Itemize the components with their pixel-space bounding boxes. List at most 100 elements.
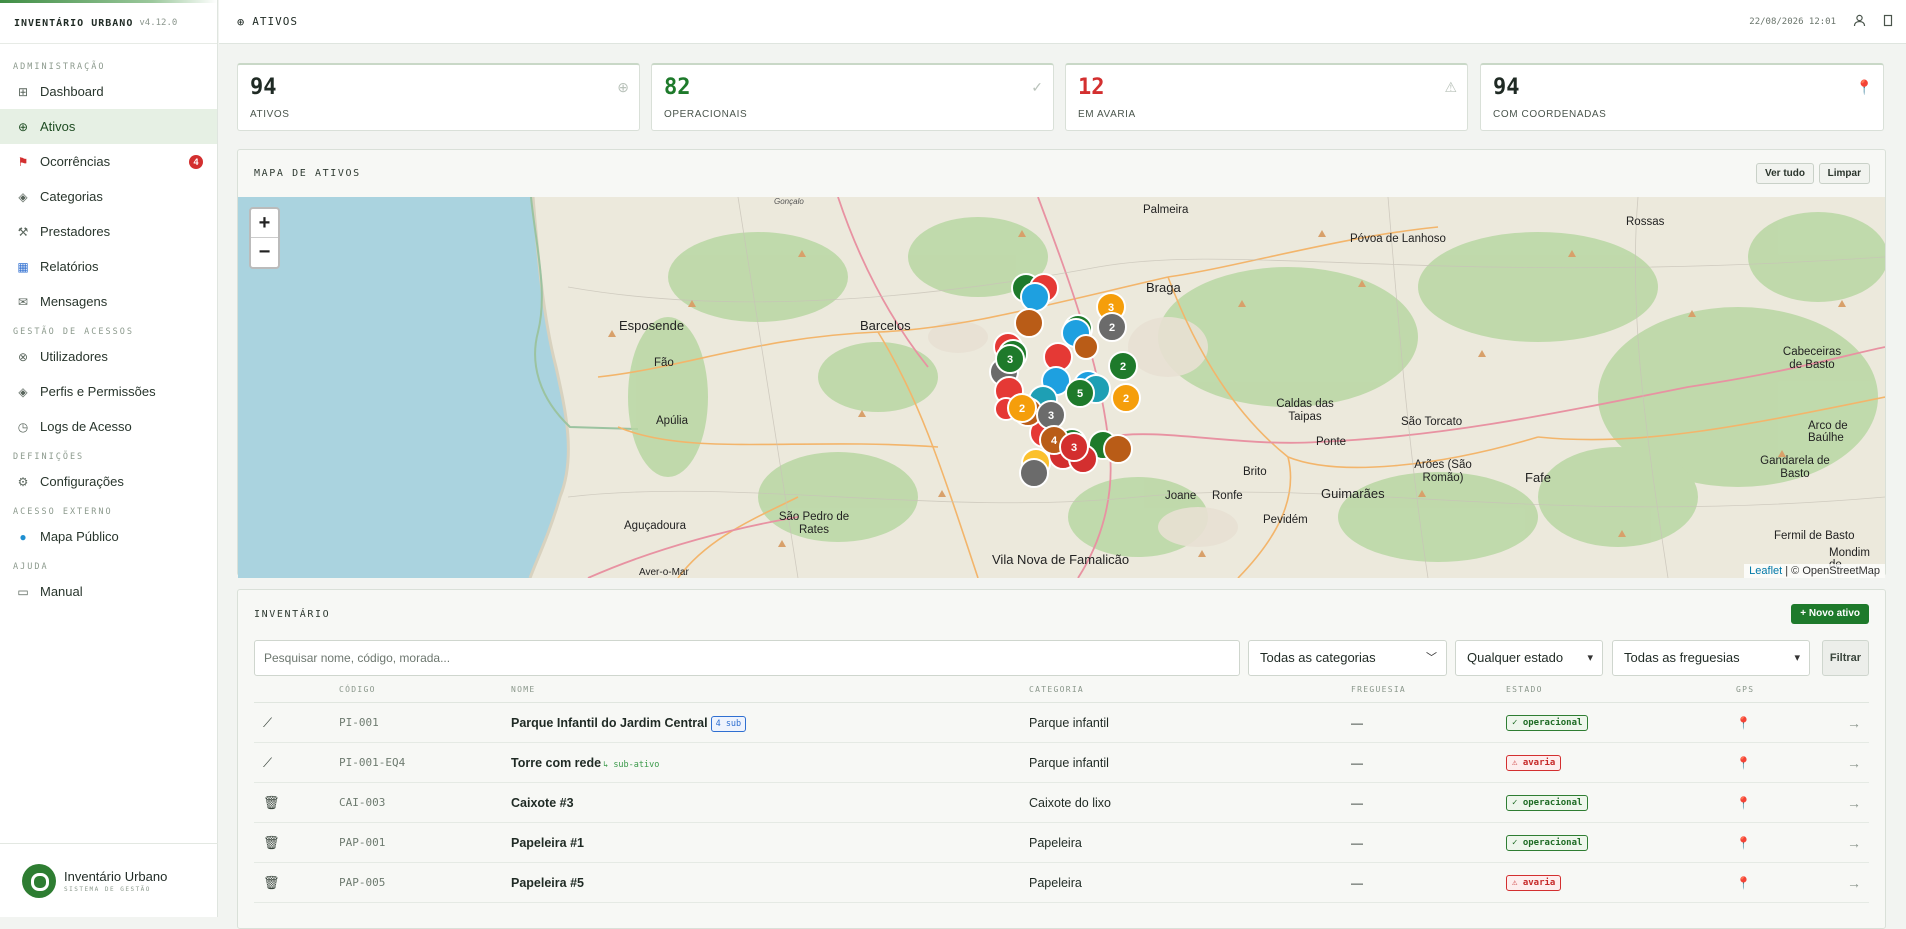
gps-pin-icon: 📍 — [1736, 716, 1751, 730]
cluster-count: 4 — [1051, 435, 1058, 447]
sidebar-item-mensagens[interactable]: ✉ Mensagens — [0, 284, 217, 319]
open-arrow-icon[interactable]: → — [1847, 703, 1861, 743]
asset-code: PI-001-EQ4 — [339, 756, 406, 769]
table-row[interactable]: ⟋ PI-001 Parque Infantil do Jardim Centr… — [254, 703, 1869, 743]
search-input[interactable]: Pesquisar nome, código, morada... — [254, 640, 1240, 676]
asset-name[interactable]: Papeleira #5 — [511, 863, 584, 903]
zoom-out-button[interactable]: − — [251, 238, 278, 267]
app-version: v4.12.0 — [139, 18, 178, 28]
sidebar-item-relatorios[interactable]: ▦ Relatórios — [0, 249, 217, 284]
leaflet-link[interactable]: Leaflet — [1749, 565, 1782, 577]
sub-asset-label: ↳ sub-ativo — [603, 760, 660, 770]
globe-icon: ⊕ — [617, 79, 629, 95]
table-row[interactable]: 🗑 PAP-001 Papeleira #1 Papeleira — ✓ ope… — [254, 823, 1869, 863]
asset-category: Parque infantil — [1029, 716, 1109, 730]
trash-icon: 🗑 — [263, 875, 280, 890]
clear-button[interactable]: Limpar — [1818, 163, 1870, 184]
app-logo — [22, 863, 56, 898]
cluster-count: 2 — [1019, 403, 1025, 415]
cluster-count: 2 — [1120, 361, 1126, 373]
sidebar-item-mapa-publico[interactable]: ● Mapa Público — [0, 519, 217, 554]
sidebar-item-logs[interactable]: ◷ Logs de Acesso — [0, 409, 217, 444]
table-row[interactable]: ⟋ PI-001-EQ4 Torre com rede ↳ sub-ativo P… — [254, 743, 1869, 783]
logout-icon[interactable] — [1883, 14, 1894, 30]
diamond-icon: ◈ — [18, 189, 28, 204]
open-arrow-icon[interactable]: → — [1847, 743, 1861, 783]
map-marker[interactable] — [1103, 434, 1133, 464]
inventory-panel: INVENTÁRIO + Novo ativo Pesquisar nome, … — [237, 589, 1886, 929]
asset-category: Papeleira — [1029, 836, 1082, 850]
gear-icon: ⚙ — [17, 474, 29, 489]
brand[interactable]: INVENTÁRIO URBANO v4.12.0 — [0, 3, 217, 44]
table-row[interactable]: 🗑 CAI-003 Caixote #3 Caixote do lixo — ✓… — [254, 783, 1869, 823]
map-marker[interactable] — [1073, 334, 1099, 360]
status-chip: ✓ operacional — [1506, 834, 1589, 851]
sidebar-item-label: Mapa Público — [40, 529, 119, 544]
asset-code: CAI-003 — [339, 796, 386, 809]
grid-icon: ⊞ — [17, 84, 29, 99]
map-marker[interactable] — [1014, 308, 1044, 338]
map-canvas[interactable]: Gonçalo Palmeira Póvoa de Lanhoso Rossas… — [238, 197, 1885, 578]
open-arrow-icon[interactable]: → — [1847, 783, 1861, 823]
gps-pin-icon: 📍 — [1736, 836, 1751, 850]
mail-icon: ✉ — [17, 294, 29, 309]
cluster-count: 3 — [1048, 410, 1054, 422]
asset-parish: — — [1351, 716, 1363, 730]
column-header-gps[interactable]: GPS — [1736, 685, 1754, 694]
map-marker[interactable] — [1019, 458, 1049, 488]
stat-value: 82 — [664, 75, 691, 100]
asset-name-text: Torre com rede — [511, 756, 602, 770]
diamond-icon: ◈ — [18, 384, 28, 399]
filter-button[interactable]: Filtrar — [1822, 640, 1869, 676]
sidebar-item-ativos[interactable]: ⊕ Ativos — [0, 109, 217, 144]
osm-attribution: | © OpenStreetMap — [1785, 565, 1880, 577]
column-header-freguesia[interactable]: FREGUESIA — [1351, 685, 1406, 694]
sidebar-item-categorias[interactable]: ◈ Categorias — [0, 179, 217, 214]
asset-name[interactable]: Torre com rede ↳ sub-ativo — [511, 743, 659, 783]
sidebar-item-utilizadores[interactable]: ⊗ Utilizadores — [0, 339, 217, 374]
sidebar-item-dashboard[interactable]: ⊞ Dashboard — [0, 74, 217, 109]
category-select[interactable]: Todas as categorias ﹀ — [1248, 640, 1447, 676]
column-header-nome[interactable]: NOME — [511, 685, 535, 694]
map-marker[interactable] — [1020, 282, 1050, 312]
column-header-estado[interactable]: ESTADO — [1506, 685, 1543, 694]
tools-icon: ⚒ — [17, 224, 29, 239]
column-header-codigo[interactable]: CÓDIGO — [339, 685, 376, 694]
pin-icon: 📍 — [1855, 79, 1873, 95]
sub-count-tag: 4 sub — [710, 715, 747, 732]
sidebar-item-configuracoes[interactable]: ⚙ Configurações — [0, 464, 217, 499]
sidebar-item-label: Dashboard — [40, 84, 104, 99]
user-icon[interactable] — [1853, 14, 1866, 30]
cluster-count: 3 — [1071, 442, 1077, 454]
topbar: ⊕ ATIVOS 22/08/2026 12:01 — [219, 0, 1906, 44]
status-chip: ✓ operacional — [1506, 714, 1589, 731]
asset-parish: — — [1351, 876, 1363, 890]
asset-code: PAP-001 — [339, 836, 386, 849]
sidebar-item-manual[interactable]: ▭ Manual — [0, 574, 217, 609]
asset-name[interactable]: Papeleira #1 — [511, 823, 584, 863]
asset-name[interactable]: Caixote #3 — [511, 783, 574, 823]
parish-select[interactable]: Todas as freguesias ▾ — [1612, 640, 1810, 676]
globe-icon: ⊕ — [17, 119, 29, 134]
open-arrow-icon[interactable]: → — [1847, 863, 1861, 903]
view-all-button[interactable]: Ver tudo — [1755, 163, 1814, 184]
users-icon: ⊗ — [17, 349, 29, 364]
new-asset-button[interactable]: + Novo ativo — [1791, 604, 1869, 624]
bar-chart-icon: ▦ — [17, 259, 29, 274]
sidebar-item-prestadores[interactable]: ⚒ Prestadores — [0, 214, 217, 249]
book-icon: ▭ — [17, 584, 29, 599]
sidebar-item-ocorrencias[interactable]: ⚑ Ocorrências 4 — [0, 144, 217, 179]
earth-icon: ● — [19, 529, 27, 544]
ocorrencias-count-badge: 4 — [189, 155, 203, 169]
globe-icon: ⊕ — [237, 14, 246, 29]
asset-name[interactable]: Parque Infantil do Jardim Central 4 sub — [511, 703, 747, 743]
asset-parish: — — [1351, 836, 1363, 850]
zoom-in-button[interactable]: + — [251, 209, 278, 238]
sidebar-item-label: Mensagens — [40, 294, 108, 309]
stat-card-avaria: 12 EM AVARIA ⚠ — [1065, 63, 1468, 131]
open-arrow-icon[interactable]: → — [1847, 823, 1861, 863]
table-row[interactable]: 🗑 PAP-005 Papeleira #5 Papeleira — ⚠ ava… — [254, 863, 1869, 903]
state-select[interactable]: Qualquer estado ▾ — [1455, 640, 1603, 676]
column-header-categoria[interactable]: CATEGORIA — [1029, 685, 1084, 694]
sidebar-item-perfis[interactable]: ◈ Perfis e Permissões — [0, 374, 217, 409]
